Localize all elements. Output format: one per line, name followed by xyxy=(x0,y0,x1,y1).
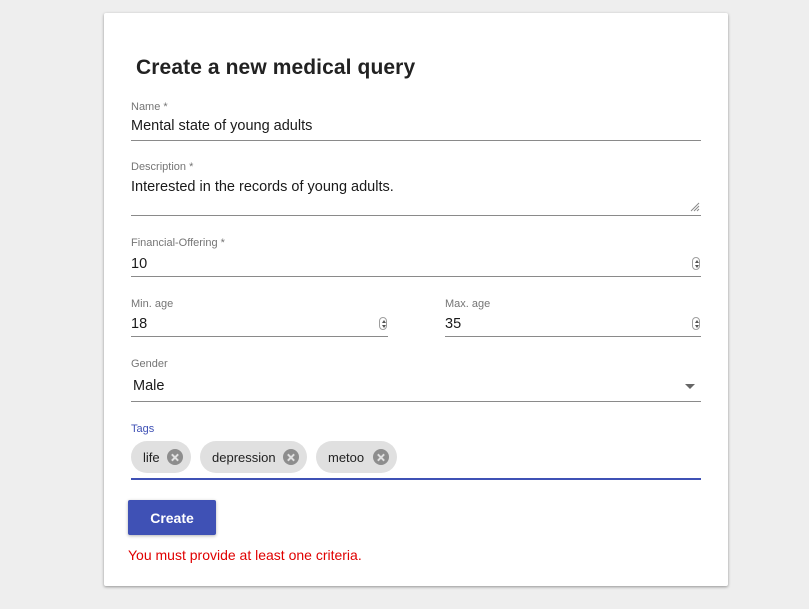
min-age-input[interactable]: 18 xyxy=(131,316,147,332)
name-field[interactable]: Name * Mental state of young adults xyxy=(131,101,701,141)
min-age-field[interactable]: Min. age 18 xyxy=(131,298,388,338)
tags-field[interactable]: Tags life depression metoo xyxy=(131,423,701,481)
max-age-underline xyxy=(445,336,701,337)
name-underline xyxy=(131,140,701,141)
page-title: Create a new medical query xyxy=(136,56,416,79)
description-field[interactable]: Description * Interested in the records … xyxy=(131,161,701,217)
tag-chip-label: metoo xyxy=(328,449,365,465)
chip-remove-icon[interactable] xyxy=(283,449,299,465)
tags-label: Tags xyxy=(131,423,155,435)
max-age-stepper-icon[interactable] xyxy=(692,317,700,330)
tags-underline xyxy=(131,478,701,480)
chip-remove-icon[interactable] xyxy=(373,449,389,465)
max-age-field[interactable]: Max. age 35 xyxy=(445,298,701,338)
gender-selected-value[interactable]: Male xyxy=(133,378,164,394)
create-button[interactable]: Create xyxy=(128,500,216,535)
financial-offering-field[interactable]: Financial-Offering * 10 xyxy=(131,237,701,277)
description-underline xyxy=(131,215,701,216)
financial-offering-underline xyxy=(131,276,701,277)
tag-chip-metoo[interactable]: metoo xyxy=(316,441,397,473)
tag-chip-life[interactable]: life xyxy=(131,441,191,473)
tag-chip-label: life xyxy=(143,449,160,465)
max-age-input[interactable]: 35 xyxy=(445,316,461,332)
financial-offering-label: Financial-Offering * xyxy=(131,237,225,249)
chip-remove-icon[interactable] xyxy=(167,449,183,465)
tag-chip-label: depression xyxy=(212,449,276,465)
max-age-label: Max. age xyxy=(445,298,491,310)
tag-chip-depression[interactable]: depression xyxy=(200,441,307,473)
name-input[interactable]: Mental state of young adults xyxy=(131,118,312,134)
gender-select[interactable]: Gender Male xyxy=(131,358,701,403)
gender-label: Gender xyxy=(131,358,168,370)
resize-handle-icon[interactable] xyxy=(689,201,700,212)
min-age-stepper-icon[interactable] xyxy=(379,317,387,330)
min-age-underline xyxy=(131,336,388,337)
error-message: You must provide at least one criteria. xyxy=(128,547,362,563)
financial-offering-stepper-icon[interactable] xyxy=(692,257,700,270)
dropdown-arrow-icon[interactable] xyxy=(685,384,695,389)
query-form-card: Create a new medical query Name * Mental… xyxy=(104,13,728,586)
min-age-label: Min. age xyxy=(131,298,174,310)
description-textarea[interactable]: Interested in the records of young adult… xyxy=(131,179,394,195)
financial-offering-input[interactable]: 10 xyxy=(131,256,147,272)
description-label: Description * xyxy=(131,161,194,173)
name-label: Name * xyxy=(131,101,168,113)
gender-underline xyxy=(131,401,701,402)
